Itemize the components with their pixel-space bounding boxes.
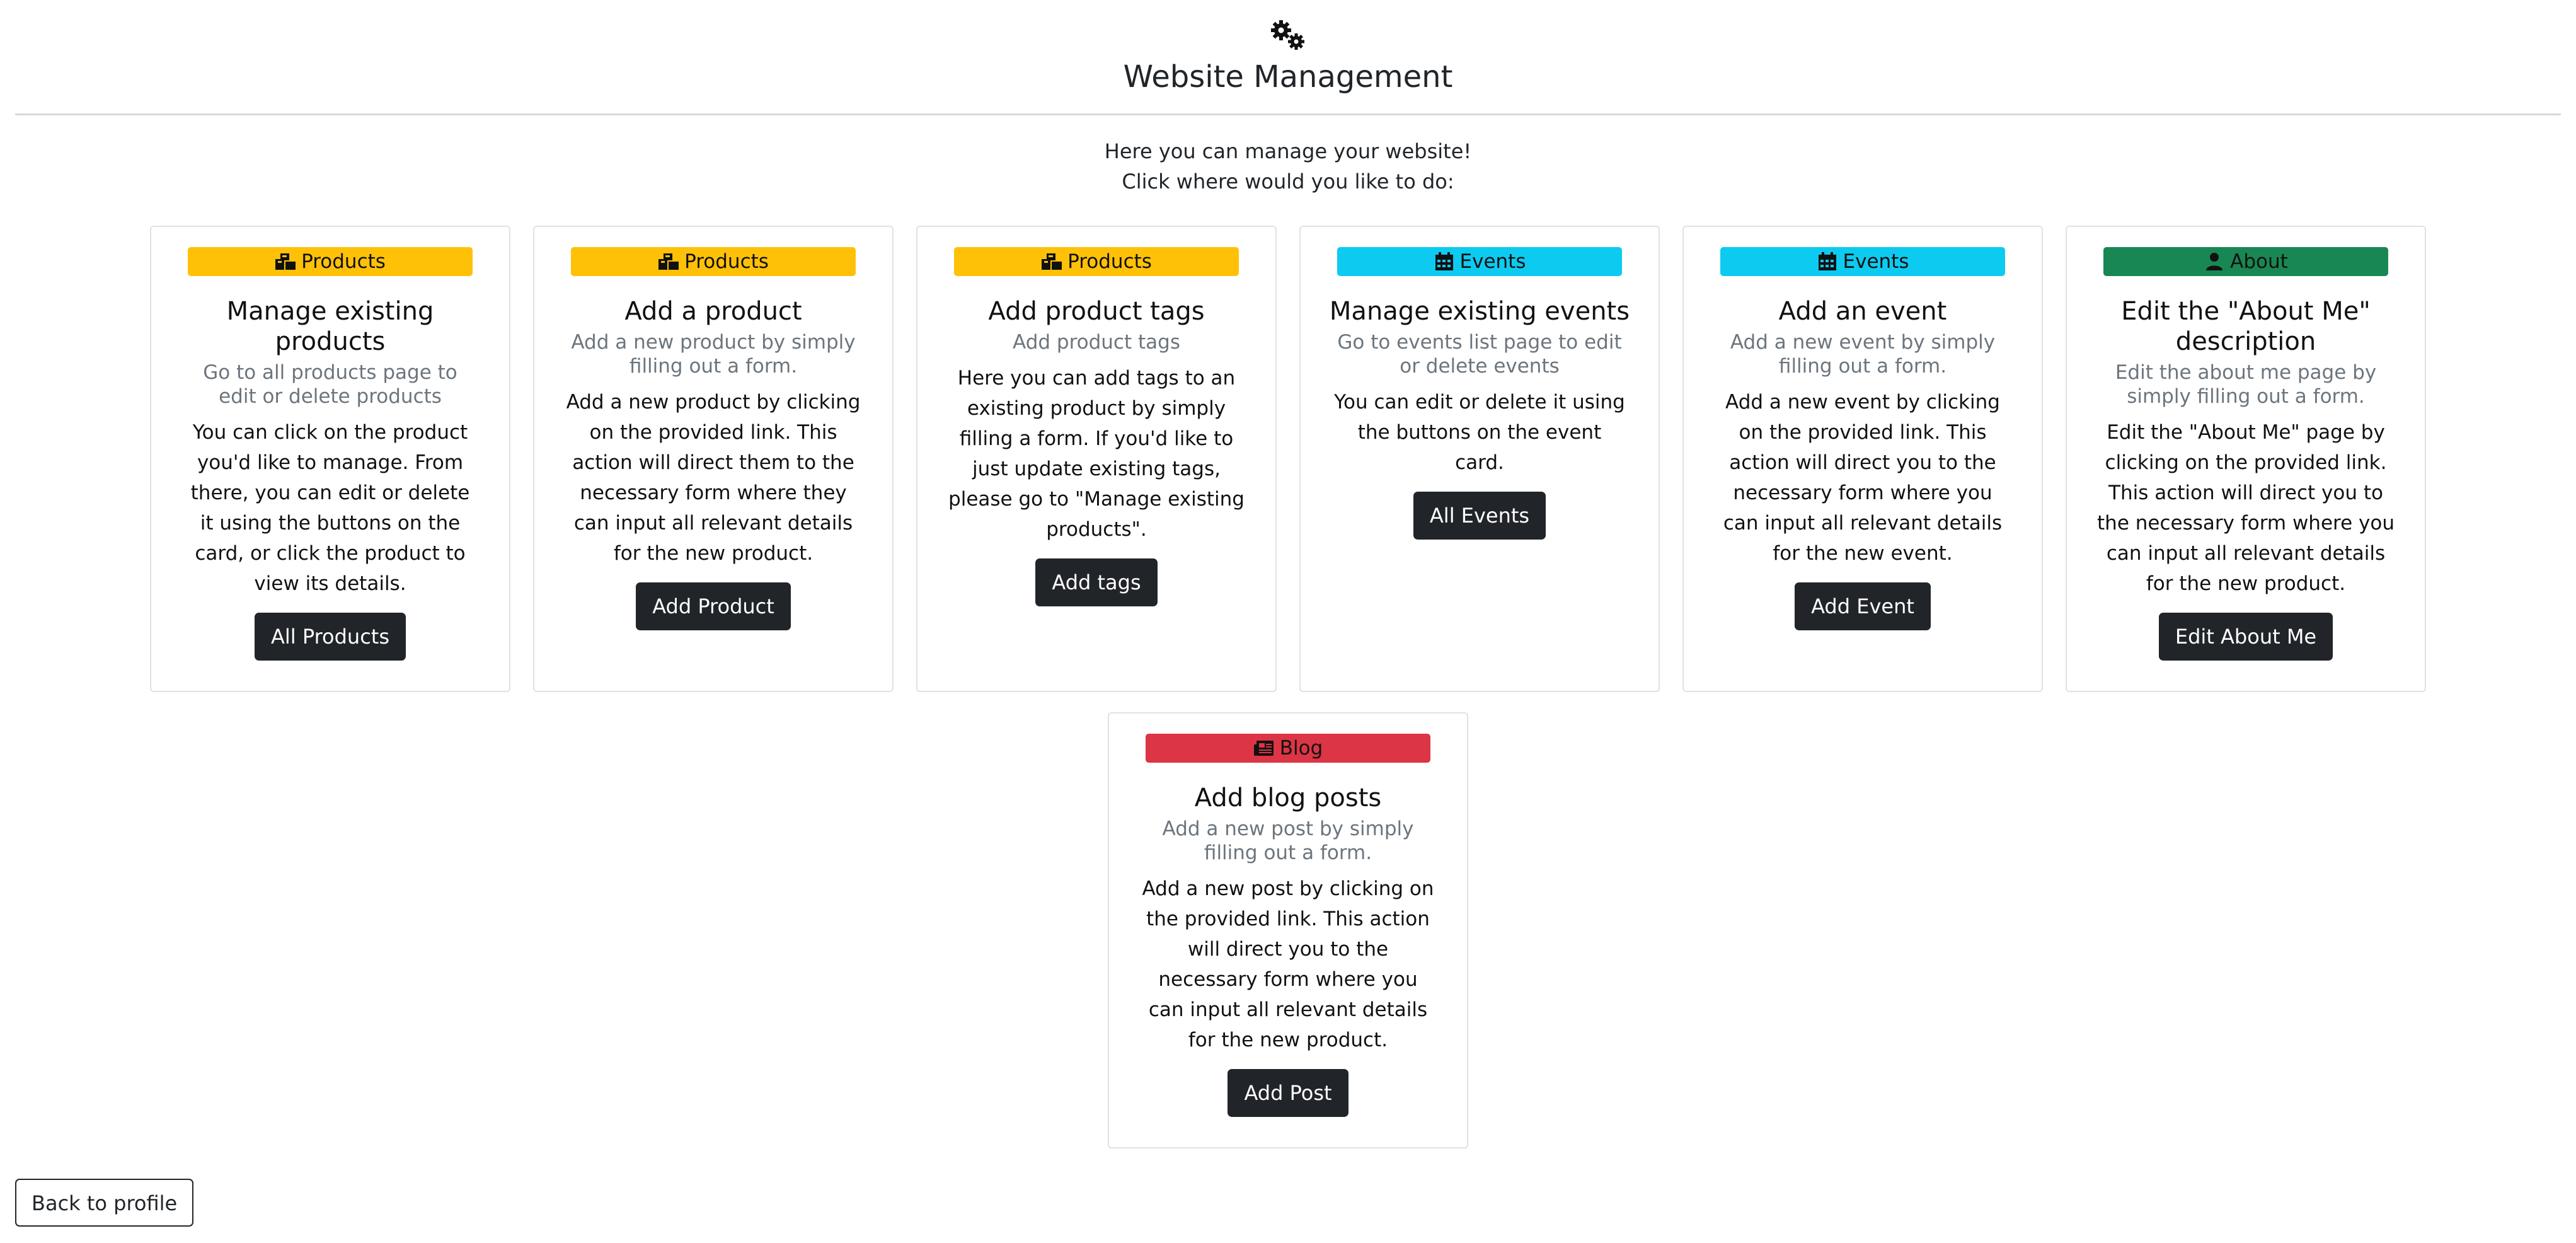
edit-about-me-button[interactable]: Edit About Me (2158, 613, 2333, 661)
header-divider (15, 113, 2561, 115)
card-title: Manage existing events (1329, 297, 1630, 326)
user-icon (2206, 253, 2223, 270)
card-add-blog-posts: Blog Add blog posts Add a new post by si… (1108, 712, 1468, 1148)
card-subtitle: Go to events list page to edit or delete… (1337, 331, 1622, 378)
card-add-product-tags: Products Add product tags Add product ta… (916, 226, 1277, 692)
card-add-product: Products Add a product Add a new product… (533, 226, 894, 692)
badge-label: Products (684, 250, 769, 273)
badge-products: Products (571, 247, 856, 276)
card-title: Add a product (624, 297, 802, 326)
card-add-event: Events Add an event Add a new event by s… (1682, 226, 2043, 692)
add-post-button[interactable]: Add Post (1228, 1069, 1348, 1117)
page-header: Website Management (0, 18, 2576, 96)
gears-icon (1271, 20, 1304, 50)
boxes-icon (1042, 253, 1062, 270)
card-subtitle: Edit the about me page by simply filling… (2115, 361, 2377, 408)
all-events-button[interactable]: All Events (1413, 492, 1546, 540)
card-title: Edit the "About Me" description (2121, 297, 2371, 356)
add-event-button[interactable]: Add Event (1795, 582, 1931, 630)
card-text: You can edit or delete it using the butt… (1334, 391, 1625, 474)
card-manage-events: Events Manage existing events Go to even… (1299, 226, 1660, 692)
card-subtitle: Add a new product by simply filling out … (571, 331, 856, 378)
page-title: Website Management (1123, 59, 1453, 95)
card-edit-about: About Edit the "About Me" description Ed… (2066, 226, 2426, 692)
badge-events: Events (1720, 247, 2005, 276)
card-text: Edit the "About Me" page by clicking on … (2097, 421, 2395, 595)
boxes-icon (275, 253, 296, 270)
badge-label: Events (1843, 250, 1909, 273)
badge-about: About (2103, 247, 2388, 276)
card-text: Here you can add tags to an existing pro… (948, 367, 1245, 541)
card-title: Add blog posts (1194, 783, 1382, 812)
badge-label: About (2230, 250, 2288, 273)
intro-line-1: Here you can manage your website! (1104, 139, 1472, 163)
card-text: You can click on the product you'd like … (190, 421, 470, 595)
card-title: Manage existing products (226, 297, 434, 356)
badge-label: Blog (1279, 737, 1323, 760)
card-manage-products: Products Manage existing products Go to … (150, 226, 510, 692)
badge-products: Products (188, 247, 473, 276)
badge-label: Events (1459, 250, 1526, 273)
intro-text: Here you can manage your website! Click … (0, 136, 2576, 197)
badge-label: Products (1067, 250, 1152, 273)
card-title: Add an event (1778, 297, 1947, 326)
add-tags-button[interactable]: Add tags (1035, 558, 1158, 606)
card-text: Add a new product by clicking on the pro… (566, 391, 861, 565)
card-subtitle: Add a new post by simply filling out a f… (1162, 818, 1414, 864)
badge-events: Events (1337, 247, 1622, 276)
card-subtitle: Go to all products page to edit or delet… (203, 361, 457, 408)
card-title: Add product tags (988, 297, 1205, 326)
boxes-icon (658, 253, 679, 270)
badge-products: Products (954, 247, 1239, 276)
back-to-profile-button[interactable]: Back to profile (15, 1179, 194, 1227)
card-text: Add a new event by clicking on the provi… (1723, 391, 2003, 565)
intro-line-2: Click where would you like to do: (1122, 170, 1454, 194)
newspaper-icon (1253, 741, 1274, 756)
calendar-icon (1435, 252, 1453, 270)
badge-blog: Blog (1146, 734, 1430, 763)
all-products-button[interactable]: All Products (254, 613, 406, 661)
card-subtitle: Add a new event by simply filling out a … (1730, 331, 1996, 378)
badge-label: Products (301, 250, 386, 273)
card-subtitle: Add product tags (1013, 331, 1180, 354)
calendar-icon (1818, 252, 1836, 270)
card-text: Add a new post by clicking on the provid… (1142, 877, 1434, 1051)
add-product-button[interactable]: Add Product (636, 582, 791, 630)
